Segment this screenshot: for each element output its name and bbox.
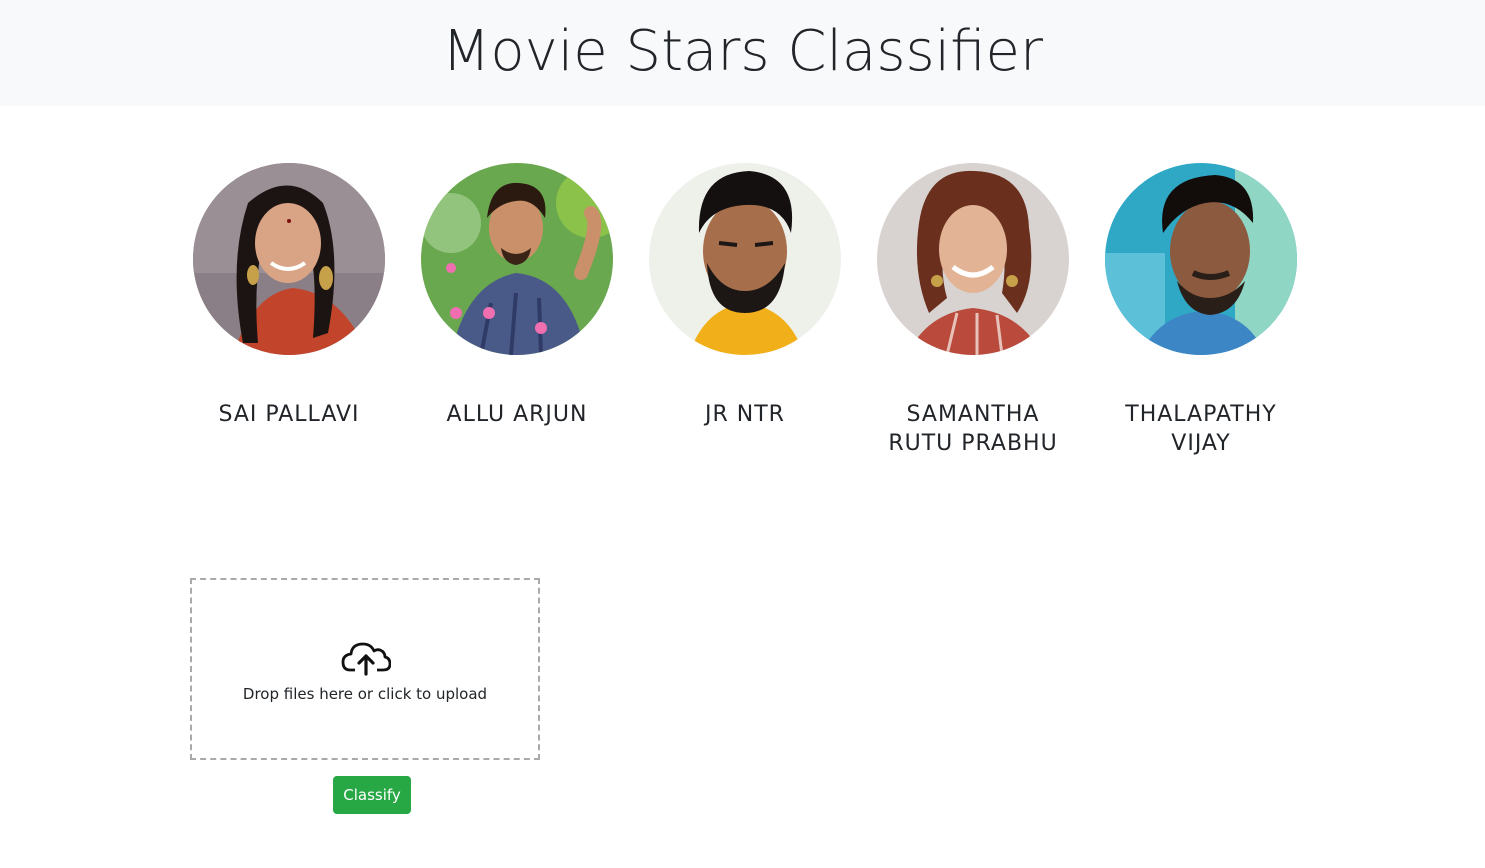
page-title: Movie Stars Classifier — [442, 19, 1043, 84]
classify-button[interactable]: Classify — [333, 776, 411, 814]
celebrity-card-jr-ntr: JR NTR — [631, 163, 859, 429]
celebrity-photo — [649, 163, 841, 355]
celebrity-name: THALAPATHY VIJAY — [1125, 402, 1277, 456]
dropzone-message: Drop files here or click to upload — [242, 685, 488, 703]
celebrity-photo — [877, 163, 1069, 355]
celebrity-photo — [421, 163, 613, 355]
celebrity-card-allu-arjun: ALLU ARJUN — [403, 163, 631, 429]
cloud-upload-icon — [341, 642, 391, 676]
celebrity-name: SAMANTHA RUTU PRABHU — [888, 402, 1058, 456]
celebrity-card-vijay: THALAPATHY VIJAY — [1087, 163, 1315, 458]
celebrity-name: ALLU ARJUN — [446, 402, 588, 427]
file-dropzone[interactable]: Drop files here or click to upload — [190, 578, 540, 760]
celebrity-name: JR NTR — [705, 402, 785, 427]
celebrity-photo — [193, 163, 385, 355]
celebrity-card-samantha: SAMANTHA RUTU PRABHU — [859, 163, 1087, 458]
celebrity-name: SAI PALLAVI — [218, 402, 360, 427]
celebrity-card-sai-pallavi: SAI PALLAVI — [175, 163, 403, 429]
celebrity-photo — [1105, 163, 1297, 355]
header-banner: Movie Stars Classifier — [0, 0, 1485, 106]
